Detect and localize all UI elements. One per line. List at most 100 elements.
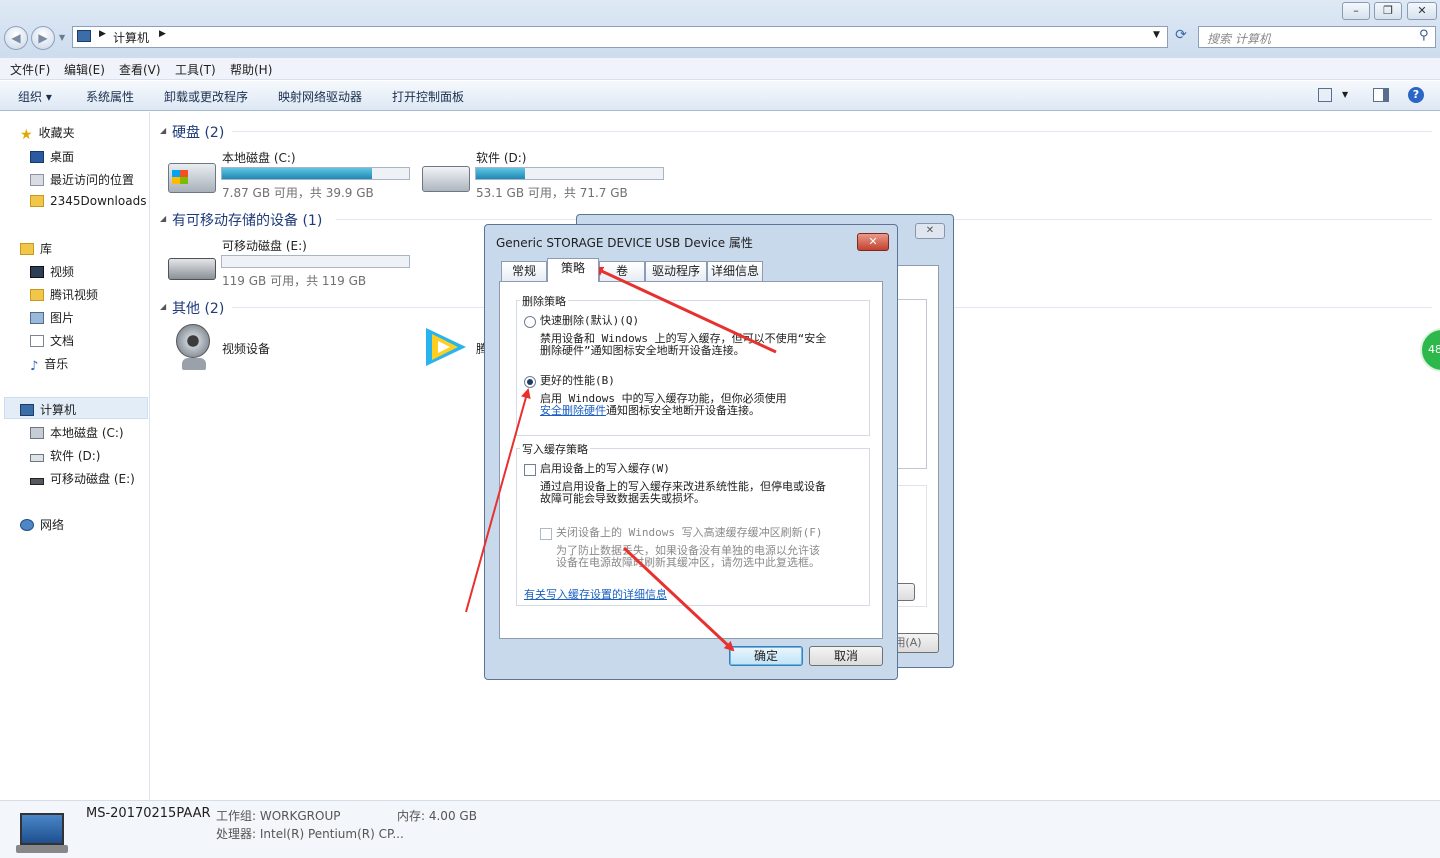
sidebar-item-label: 2345Downloads — [50, 194, 147, 208]
drive-d-usage-bar — [475, 167, 664, 180]
details-pane: MS-20170215PAAR 工作组: WORKGROUP 内存: 4.00 … — [0, 800, 1440, 858]
better-performance-radio[interactable] — [524, 376, 536, 388]
drive-c-usage-bar — [221, 167, 410, 180]
drive-d-name[interactable]: 软件 (D:) — [476, 149, 526, 166]
tab-details[interactable]: 详细信息 — [707, 261, 763, 281]
tab-policies[interactable]: 策略 — [547, 258, 599, 282]
help-icon[interactable]: ? — [1408, 87, 1424, 103]
sidebar-item-label: 本地磁盘 (C:) — [50, 426, 124, 440]
collapse-icon[interactable]: ◢ — [160, 302, 166, 311]
drive-e-usage-bar — [221, 255, 410, 268]
hard-drive-icon — [30, 454, 44, 462]
sidebar-favorites[interactable]: ★ 收藏夹 — [20, 124, 75, 143]
sidebar-item-drive-d[interactable]: 软件 (D:) — [30, 447, 100, 464]
group-header-removable[interactable]: 有可移动存储的设备 (1) — [172, 210, 322, 230]
floating-badge[interactable]: 48 — [1420, 328, 1440, 372]
search-icon[interactable]: ⚲ — [1419, 28, 1429, 43]
menu-view[interactable]: 查看(V) — [119, 61, 161, 78]
group-header-hdd[interactable]: 硬盘 (2) — [172, 122, 224, 142]
tab-driver[interactable]: 驱动程序 — [645, 261, 707, 281]
organize-button[interactable]: 组织 ▾ — [18, 88, 52, 105]
usage-fill — [222, 168, 372, 179]
computer-icon — [77, 30, 91, 42]
map-network-drive-button[interactable]: 映射网络驱动器 — [278, 88, 362, 105]
drive-c-name[interactable]: 本地磁盘 (C:) — [222, 149, 296, 166]
maximize-icon[interactable]: ❐ — [1374, 2, 1402, 20]
sidebar-item-label: 最近访问的位置 — [50, 173, 135, 187]
breadcrumb-arrow-icon[interactable]: ▶ — [159, 29, 166, 39]
sidebar-item-drive-e[interactable]: 可移动磁盘 (E:) — [30, 470, 135, 487]
view-options-icon[interactable] — [1318, 88, 1332, 102]
system-properties-button[interactable]: 系统属性 — [86, 88, 134, 105]
menu-edit[interactable]: 编辑(E) — [64, 61, 105, 78]
sidebar-item-videos[interactable]: 视频 — [30, 263, 74, 280]
sidebar-item-documents[interactable]: 文档 — [30, 332, 74, 349]
uninstall-program-button[interactable]: 卸载或更改程序 — [164, 88, 248, 105]
quick-removal-label[interactable]: 快速删除(默认)(Q) — [540, 315, 639, 327]
breadcrumb-arrow-icon[interactable]: ▶ — [99, 29, 106, 39]
write-cache-details-link[interactable]: 有关写入缓存设置的详细信息 — [524, 586, 667, 602]
open-control-panel-button[interactable]: 打开控制面板 — [392, 88, 464, 105]
address-bar[interactable]: ▶ 计算机 ▶ ▼ — [72, 26, 1168, 48]
drive-e-name[interactable]: 可移动磁盘 (E:) — [222, 237, 307, 254]
sidebar-item-music[interactable]: ♪ 音乐 — [30, 355, 68, 374]
sidebar-item-label: 文档 — [50, 334, 75, 348]
ok-button[interactable]: 确定 — [729, 646, 803, 666]
hard-drive-icon — [422, 166, 470, 192]
menu-help[interactable]: 帮助(H) — [230, 61, 272, 78]
tab-general[interactable]: 常规 — [501, 261, 547, 281]
sidebar-item-drive-c[interactable]: 本地磁盘 (C:) — [30, 424, 124, 441]
computer-icon — [20, 404, 34, 416]
collapse-icon[interactable]: ◢ — [160, 126, 166, 135]
quick-removal-radio[interactable] — [524, 316, 536, 328]
removal-policy-label: 删除策略 — [520, 293, 568, 309]
video-device-label[interactable]: 视频设备 — [222, 340, 270, 357]
sidebar-item-downloads[interactable]: 2345Downloads — [30, 194, 146, 208]
cancel-button[interactable]: 取消 — [809, 646, 883, 666]
music-icon: ♪ — [30, 359, 39, 374]
tab-volume[interactable]: 卷 — [599, 261, 645, 281]
menu-file[interactable]: 文件(F) — [10, 61, 50, 78]
close-icon[interactable]: ✕ — [857, 233, 889, 251]
collapse-icon[interactable]: ◢ — [160, 214, 166, 223]
sidebar-computer[interactable]: 计算机 — [20, 401, 76, 418]
documents-icon — [30, 335, 44, 347]
sidebar-item-tencent-video[interactable]: 腾讯视频 — [30, 286, 98, 303]
sidebar-libraries[interactable]: 库 — [20, 240, 52, 257]
group-header-other[interactable]: 其他 (2) — [172, 298, 224, 318]
better-performance-desc-2-text: 通知图标安全地断开设备连接。 — [606, 404, 760, 417]
menu-bar: 文件(F) 编辑(E) 查看(V) 工具(T) 帮助(H) — [0, 58, 1440, 80]
sidebar-item-desktop[interactable]: 桌面 — [30, 148, 74, 165]
search-input[interactable]: 搜索 计算机 ⚲ — [1198, 26, 1436, 48]
close-icon[interactable]: ✕ — [915, 223, 945, 239]
turn-off-flush-label: 关闭设备上的 Windows 写入高速缓存缓冲区刷新(F) — [556, 526, 823, 539]
sidebar-network[interactable]: 网络 — [20, 516, 64, 533]
group-divider — [232, 131, 1432, 132]
drive-d-free: 53.1 GB 可用，共 71.7 GB — [476, 186, 628, 200]
back-button[interactable]: ◀ — [4, 26, 28, 50]
preview-pane-icon[interactable] — [1373, 88, 1389, 102]
safely-remove-hardware-link[interactable]: 安全删除硬件 — [540, 404, 606, 417]
navigation-pane: ★ 收藏夹 桌面 最近访问的位置 2345Downloads 库 视频 腾讯视频 … — [0, 112, 150, 800]
enable-write-cache-label[interactable]: 启用设备上的写入缓存(W) — [540, 463, 670, 475]
forward-button[interactable]: ▶ — [31, 26, 55, 50]
refresh-icon[interactable]: ⟳ — [1170, 27, 1192, 47]
breadcrumb-computer[interactable]: 计算机 — [113, 29, 149, 46]
close-icon[interactable]: ✕ — [1407, 2, 1437, 20]
minimize-icon[interactable]: – — [1342, 2, 1370, 20]
history-dropdown-icon[interactable]: ▼ — [59, 33, 65, 42]
command-bar: 组织 ▾ 系统属性 卸载或更改程序 映射网络驱动器 打开控制面板 ▼ ? — [0, 81, 1440, 111]
recent-places-icon — [30, 174, 44, 186]
sidebar-favorites-label: 收藏夹 — [38, 126, 75, 140]
sidebar-item-pictures[interactable]: 图片 — [30, 309, 74, 326]
better-performance-label[interactable]: 更好的性能(B) — [540, 375, 615, 387]
webcam-icon — [176, 324, 210, 358]
sidebar-item-recent[interactable]: 最近访问的位置 — [30, 171, 134, 188]
menu-tools[interactable]: 工具(T) — [175, 61, 216, 78]
view-dropdown-icon[interactable]: ▼ — [1342, 90, 1348, 99]
address-dropdown-icon[interactable]: ▼ — [1153, 30, 1160, 40]
sidebar-item-label: 视频 — [50, 265, 75, 279]
sidebar-item-label: 可移动磁盘 (E:) — [50, 472, 135, 486]
enable-write-cache-checkbox[interactable] — [524, 464, 536, 476]
star-icon: ★ — [20, 127, 33, 143]
